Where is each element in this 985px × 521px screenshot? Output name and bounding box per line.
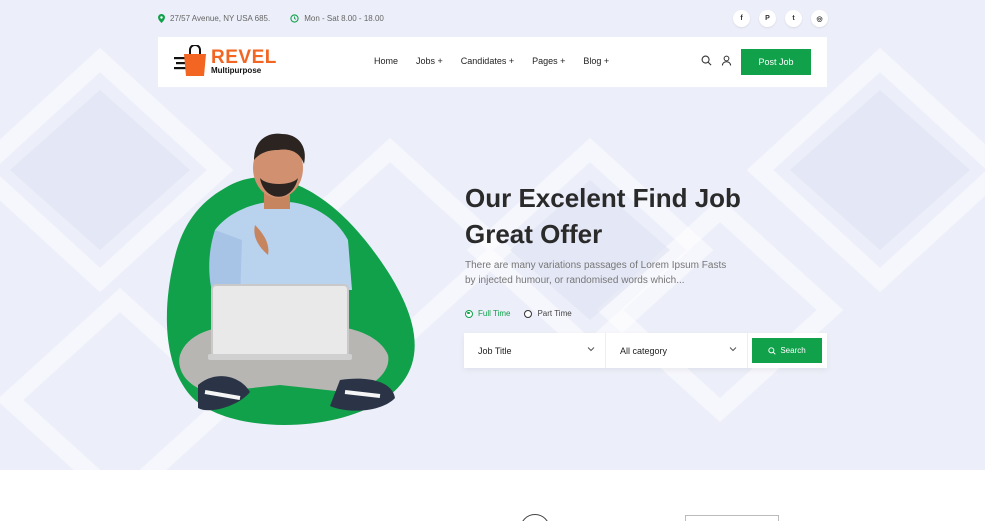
social-links: f P t ◎ xyxy=(733,10,828,27)
next-section xyxy=(0,470,985,521)
hero-desc-line-1: There are many variations passages of Lo… xyxy=(465,260,727,271)
nav-candidates[interactable]: Candidates + xyxy=(461,56,514,66)
address-text: 27/57 Avenue, NY USA 685. xyxy=(170,13,271,23)
site-logo[interactable]: REVEL Multipurpose xyxy=(174,45,277,77)
address-info: 27/57 Avenue, NY USA 685. xyxy=(158,13,271,23)
job-type-radios: Full Time Part Time xyxy=(465,309,572,318)
clock-icon xyxy=(290,13,299,23)
section-circle-icon xyxy=(520,514,550,521)
main-header: REVEL Multipurpose Home Jobs + Candidate… xyxy=(158,37,827,87)
full-time-label: Full Time xyxy=(478,309,511,318)
part-time-radio[interactable]: Part Time xyxy=(524,309,572,318)
post-job-button[interactable]: Post Job xyxy=(741,49,811,75)
shopping-bag-logo-icon xyxy=(174,45,206,76)
nav-home[interactable]: Home xyxy=(374,56,398,66)
top-info-bar: 27/57 Avenue, NY USA 685. Mon - Sat 8.00… xyxy=(158,10,828,27)
part-time-label: Part Time xyxy=(537,309,572,318)
hero-title-line-1: Our Excelent Find Job xyxy=(465,183,741,213)
hours-info: Mon - Sat 8.00 - 18.00 xyxy=(290,14,384,23)
twitter-icon[interactable]: t xyxy=(785,10,802,27)
logo-subtitle: Multipurpose xyxy=(211,65,262,75)
job-search-form: Job Title All category Search xyxy=(464,333,827,368)
hero-title: Our Excelent Find Job Great Offer xyxy=(465,180,805,252)
location-pin-icon xyxy=(158,13,165,23)
search-icon[interactable] xyxy=(701,55,712,66)
nav-pages[interactable]: Pages + xyxy=(532,56,565,66)
chevron-down-icon xyxy=(587,347,595,352)
job-title-select-value: Job Title xyxy=(478,345,512,356)
radio-dot-icon xyxy=(465,309,473,318)
nav-blog[interactable]: Blog + xyxy=(583,56,609,66)
radio-dot-icon xyxy=(524,309,533,318)
main-nav: Home Jobs + Candidates + Pages + Blog + xyxy=(374,56,609,66)
search-icon xyxy=(768,346,776,355)
header-icons xyxy=(701,55,732,66)
full-time-radio[interactable]: Full Time xyxy=(465,309,510,318)
hero-description: There are many variations passages of Lo… xyxy=(465,258,755,288)
man-with-laptop-image xyxy=(179,133,395,411)
search-button-label: Search xyxy=(780,346,806,355)
hero-desc-line-2: by injected humour, or randomised words … xyxy=(465,275,685,286)
logo-name: REVEL xyxy=(211,46,277,68)
nav-jobs[interactable]: Jobs + xyxy=(416,56,443,66)
facebook-icon[interactable]: f xyxy=(733,10,750,27)
category-select-value: All category xyxy=(620,345,668,356)
user-icon[interactable] xyxy=(721,55,732,66)
hours-text: Mon - Sat 8.00 - 18.00 xyxy=(304,13,384,23)
job-title-select[interactable]: Job Title xyxy=(464,333,606,368)
pinterest-icon[interactable]: P xyxy=(759,10,776,27)
section-frame xyxy=(685,515,779,521)
chevron-down-icon xyxy=(729,347,737,352)
instagram-icon[interactable]: ◎ xyxy=(811,10,828,27)
search-button[interactable]: Search xyxy=(752,338,822,363)
category-select[interactable]: All category xyxy=(606,333,748,368)
hero-title-line-2: Great Offer xyxy=(465,219,603,249)
